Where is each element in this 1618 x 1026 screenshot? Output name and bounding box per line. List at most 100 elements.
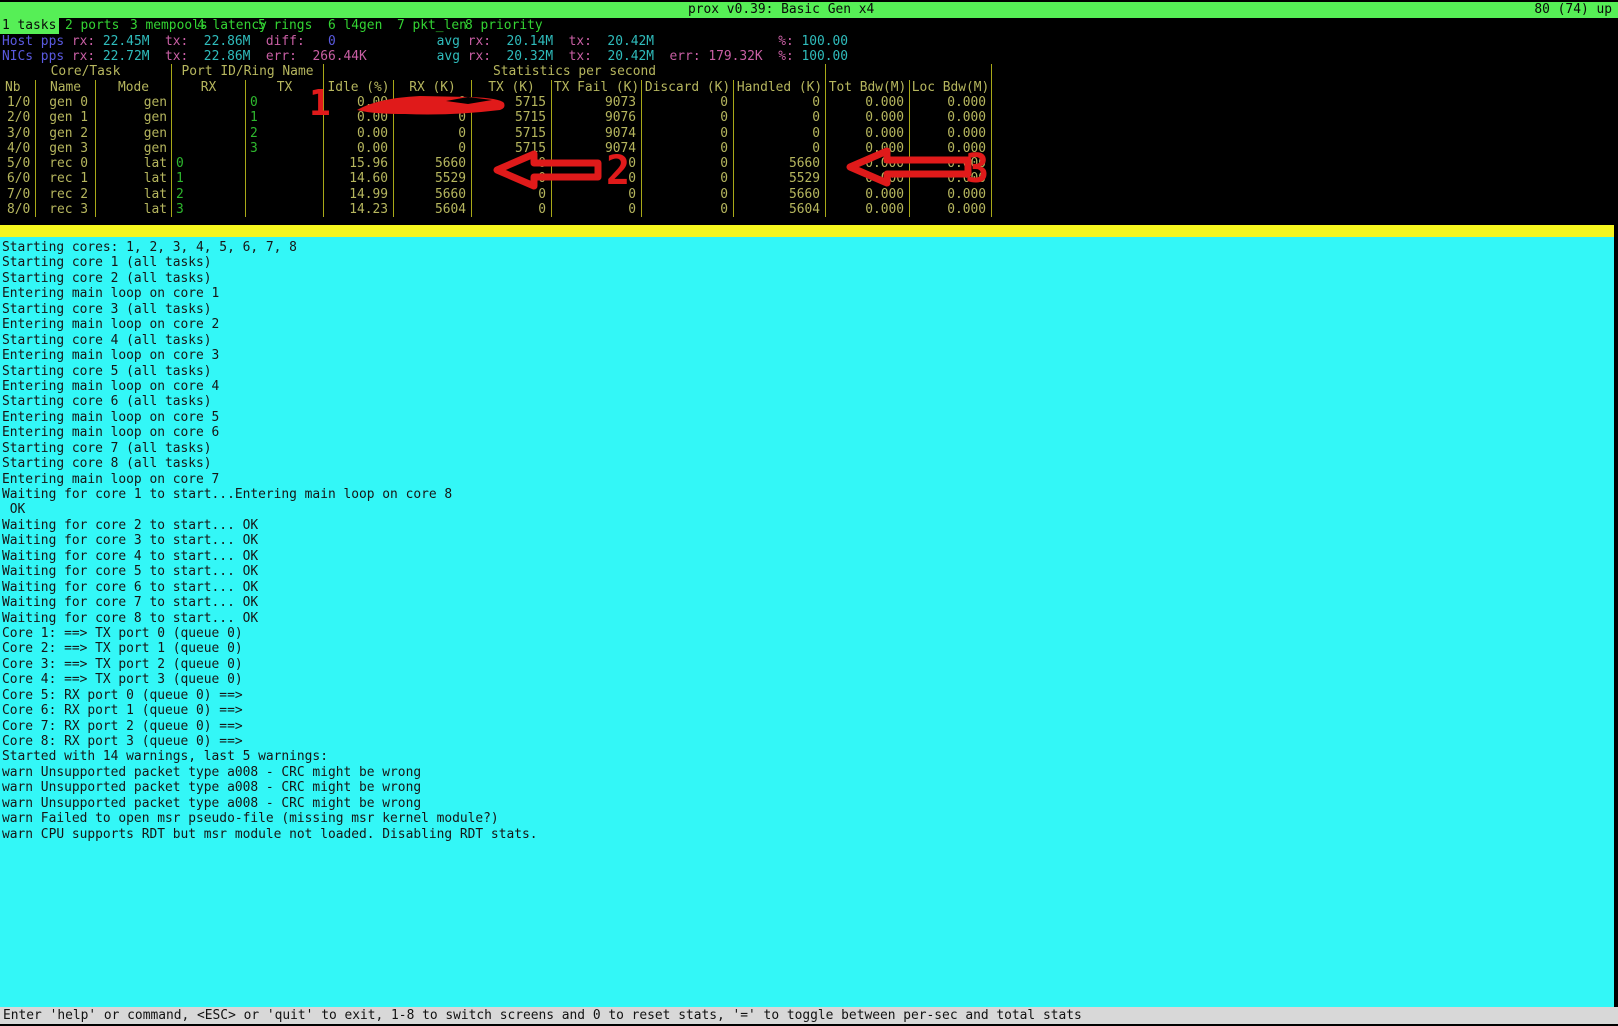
tab-4-latency[interactable]: 4 latency [197,18,267,34]
table-cell: 0.00 [324,141,394,156]
stat-segment: 20.14M [491,34,553,49]
table-cell: gen 1 [36,110,96,125]
stat-segment: %: [763,49,794,64]
table-cell: 0 [394,110,472,125]
table-cell: 0 [472,202,552,217]
table-cell: 0.000 [910,95,992,110]
log-line: Waiting for core 6 to start... OK [2,580,1614,595]
table-cell: lat [96,156,172,171]
stat-segment: NICs pps [2,49,64,64]
tab-5-rings[interactable]: 5 rings [258,18,312,34]
table-cell: 3/0 [0,126,36,141]
table-cell: rec 2 [36,187,96,202]
table-cell: 0.000 [826,171,910,186]
log-line: Starting cores: 1, 2, 3, 4, 5, 6, 7, 8 [2,240,1614,255]
log-line: Entering main loop on core 3 [2,348,1614,363]
stat-segment [654,34,778,49]
log-line: Starting core 3 (all tasks) [2,302,1614,317]
stat-segment: rx: [460,49,491,64]
table-cell: 0 [642,95,734,110]
table-cell: lat [96,171,172,186]
table-cell: 5715 [472,126,552,141]
table-cell: 0.000 [910,171,992,186]
table-cell: 14.60 [324,171,394,186]
table-cell: 3 [172,202,246,217]
tab-1-tasks[interactable]: 1 tasks [0,18,59,34]
table-cell: 0 [394,95,472,110]
table-cell: 5604 [734,202,826,217]
group-header: Port ID/Ring Name [172,64,324,80]
column-header: Idle (%) [324,80,394,96]
stat-segment: avg [437,49,460,64]
table-cell: 4/0 [0,141,36,156]
stat-segment: tx: [149,49,188,64]
table-cell: 5529 [394,171,472,186]
stat-segment: 20.42M [592,49,654,64]
table-row: 2/0gen 1gen10.00057159076000.0000.000 [0,110,992,125]
table-cell: 0 [642,141,734,156]
log-line: Entering main loop on core 4 [2,379,1614,394]
table-cell: 0 [734,110,826,125]
column-header: TX [246,80,324,96]
table-cell: gen [96,126,172,141]
table-cell: 0 [734,126,826,141]
log-line: Core 7: RX port 2 (queue 0) ==> [2,719,1614,734]
tab-3-mempools[interactable]: 3 mempools [130,18,208,34]
table-cell: 0.000 [826,187,910,202]
tab-8-priority[interactable]: 8 priority [465,18,543,34]
group-header: Core/Task [0,64,172,80]
stat-segment: avg [437,34,460,49]
stat-segment: 22.45M [95,34,149,49]
log-line: Starting core 8 (all tasks) [2,456,1614,471]
tab-7-pkt_len[interactable]: 7 pkt_len [397,18,467,34]
table-cell: 0.00 [324,95,394,110]
log-line: Starting core 5 (all tasks) [2,364,1614,379]
table-cell: lat [96,202,172,217]
tab-2-ports[interactable]: 2 ports [65,18,119,34]
table-cell: 0 [734,95,826,110]
stat-segment: err: [250,49,297,64]
table-row: 7/0rec 2lat214.99566000056600.0000.000 [0,187,992,202]
table-cell: 5604 [394,202,472,217]
log-line: Core 1: ==> TX port 0 (queue 0) [2,626,1614,641]
table-cell: gen 0 [36,95,96,110]
log-line: Starting core 4 (all tasks) [2,333,1614,348]
table-cell: 0.000 [910,187,992,202]
table-cell: 0 [472,171,552,186]
log-line: Entering main loop on core 5 [2,410,1614,425]
table-cell: 0.000 [826,141,910,156]
log-line: OK [2,502,1614,517]
tab-6-l4gen[interactable]: 6 l4gen [328,18,382,34]
table-cell: 9074 [552,126,642,141]
command-help-bar[interactable]: Enter 'help' or command, <ESC> or 'quit'… [0,1007,1618,1024]
table-cell: 0 [552,156,642,171]
stat-segment: tx: [149,34,188,49]
log-line: Core 8: RX port 3 (queue 0) ==> [2,734,1614,749]
table-cell: gen [96,110,172,125]
table-cell: 5715 [472,141,552,156]
stat-segment: diff: [250,34,304,49]
log-line: Waiting for core 3 to start... OK [2,533,1614,548]
log-line: Core 3: ==> TX port 2 (queue 0) [2,657,1614,672]
table-cell: 0 [552,202,642,217]
table-cell: 0.000 [826,110,910,125]
stat-segment: 20.42M [592,34,654,49]
table-cell: rec 0 [36,156,96,171]
table-cell: 0 [642,202,734,217]
startup-log: Starting cores: 1, 2, 3, 4, 5, 6, 7, 8 St… [0,237,1614,1007]
table-cell: rec 1 [36,171,96,186]
table-cell: 0.00 [324,110,394,125]
log-line: Waiting for core 2 to start... OK [2,518,1614,533]
table-cell: 0 [642,126,734,141]
stat-segment: 22.86M [188,49,250,64]
table-cell: 0 [642,187,734,202]
stat-segment: %: [778,34,794,49]
log-line: Core 5: RX port 0 (queue 0) ==> [2,688,1614,703]
log-line: Waiting for core 7 to start... OK [2,595,1614,610]
table-cell: 0 [472,156,552,171]
table-row: 1/0gen 0gen00.00057159073000.0000.000 [0,95,992,110]
table-cell: 0.000 [826,126,910,141]
table-cell: 0 [246,95,324,110]
table-cell: 2 [246,126,324,141]
stat-segment: 22.72M [95,49,149,64]
